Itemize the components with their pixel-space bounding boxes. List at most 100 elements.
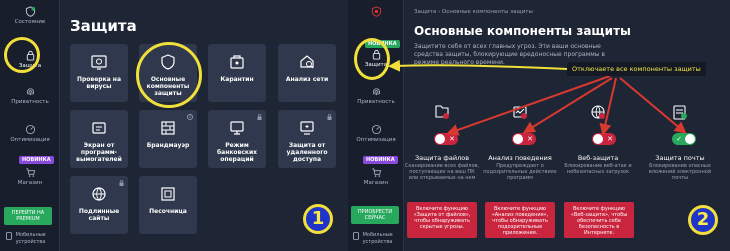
warning-web-shield[interactable]: Включите функцию «Веб-защита», чтобы обе… — [564, 202, 634, 238]
tile-label: Проверка на вирусы — [76, 76, 121, 90]
sidebar-item-privacy[interactable]: Приватность — [348, 86, 404, 106]
sidebar-item-store[interactable]: Магазин — [0, 167, 60, 187]
panel-protection-overview: Состояние Защита Приватность Оптимизация… — [0, 0, 357, 251]
lock-icon — [257, 114, 262, 120]
behavior-icon — [513, 106, 527, 119]
tile-label: Песочница — [149, 208, 187, 215]
component-description: Сканирование всех файлов, поступающих на… — [404, 163, 480, 181]
remote-access-icon — [300, 121, 314, 135]
tile-ransomware-shield[interactable]: Экран от программ-вымогателей — [70, 110, 128, 168]
sidebar-item-store[interactable]: Магазин — [348, 167, 404, 187]
sidebar-item-label: Приватность — [11, 99, 49, 105]
new-badge: НОВИНКА — [19, 156, 54, 164]
sidebar-item-label: Мобильные устройства — [362, 232, 393, 245]
sidebar-item-label: Магазин — [363, 180, 389, 186]
sidebar-item-optimization[interactable]: Оптимизация — [348, 124, 404, 144]
web-shield-icon — [591, 105, 605, 119]
component-web-shield — [560, 103, 636, 121]
step-number: 2 — [688, 205, 718, 235]
file-shield-toggle[interactable]: ✕ — [434, 133, 458, 145]
sidebar-item-label: Состояние — [14, 19, 46, 25]
gauge-icon — [371, 124, 381, 135]
tile-quarantine[interactable]: Карантин — [208, 44, 266, 102]
shield-check-icon — [25, 6, 35, 17]
phone-icon — [6, 232, 12, 240]
sidebar-item-label: Приватность — [357, 99, 395, 105]
sandbox-icon — [161, 187, 175, 201]
virus-scan-icon — [91, 55, 107, 70]
panel-core-shields: НОВИНКА Защита Приватность Оптимизация Н… — [348, 0, 730, 251]
sidebar-item-status[interactable]: Состояние — [0, 6, 60, 26]
ransomware-icon — [92, 122, 106, 134]
file-shield-icon — [435, 105, 449, 119]
sidebar-item-label: Магазин — [17, 180, 43, 186]
step-number: 1 — [303, 204, 333, 234]
fingerprint-icon — [372, 88, 380, 96]
tile-network-inspector[interactable]: Анализ сети — [278, 44, 336, 102]
component-description: Предупреждает о подозрительных действиях… — [483, 163, 557, 181]
sidebar-item-privacy[interactable]: Приватность — [0, 86, 60, 106]
highlight-ring-sidebar — [354, 38, 390, 80]
fingerprint-icon — [26, 88, 34, 96]
component-title: Защита почты — [655, 154, 705, 162]
firewall-icon — [161, 121, 175, 135]
tile-label: Анализ сети — [285, 76, 329, 83]
warning-file-shield[interactable]: Включите функцию «Защита от файлов», что… — [407, 202, 477, 238]
bank-icon — [230, 121, 244, 135]
toggle-knob — [435, 134, 445, 144]
shield-check-icon — [371, 6, 381, 17]
component-file-shield — [404, 103, 480, 121]
tile-label: Режим банковских операций — [216, 142, 258, 163]
sidebar-item-status[interactable] — [348, 6, 404, 19]
sidebar-item-mobile[interactable]: Мобильные устройства — [348, 232, 404, 246]
sidebar-item-mobile[interactable]: Мобильные устройства — [0, 232, 60, 246]
new-badge: НОВИНКА — [363, 156, 398, 164]
gauge-icon — [25, 124, 35, 135]
behavior-shield-toggle[interactable]: ✕ — [512, 133, 536, 145]
toggle-knob — [593, 134, 603, 144]
component-title: Веб-защита — [577, 154, 619, 162]
check-icon: ✓ — [676, 135, 682, 143]
buy-now-button[interactable]: ПРИОБРЕСТИ СЕЙЧАС — [351, 206, 399, 224]
lock-icon — [119, 180, 124, 186]
go-premium-button[interactable]: ПЕРЕЙТИ НА PREMIUM — [4, 207, 52, 225]
cart-icon — [371, 168, 381, 177]
mail-shield-toggle[interactable]: ✓ — [672, 133, 696, 145]
breadcrumb[interactable]: Защита › Основные компоненты защиты — [414, 9, 533, 15]
component-behavior-shield — [482, 103, 558, 121]
sidebar-item-label: Оптимизация — [10, 137, 50, 143]
tile-virus-scan[interactable]: Проверка на вирусы — [70, 44, 128, 102]
close-icon: ✕ — [607, 135, 613, 143]
tile-label: Подлинные сайты — [78, 208, 120, 222]
sidebar-item-label: Мобильные устройства — [15, 232, 46, 245]
lock-icon — [327, 114, 332, 120]
highlight-ring-sidebar — [4, 37, 40, 73]
network-icon — [300, 55, 314, 69]
real-site-icon — [92, 187, 106, 201]
tile-label: Брандмауэр — [146, 142, 190, 149]
quarantine-icon — [230, 55, 244, 69]
sidebar-item-label: Оптимизация — [356, 137, 396, 143]
tile-firewall[interactable]: i Брандмауэр — [139, 110, 197, 168]
sidebar-item-optimization[interactable]: Оптимизация — [0, 124, 60, 144]
warning-behavior-shield[interactable]: Включите функцию «Анализ поведения», что… — [485, 202, 555, 238]
sidebar: Состояние Защита Приватность Оптимизация… — [0, 0, 60, 251]
component-title: Анализ поведения — [488, 154, 552, 162]
component-title: Защита файлов — [414, 154, 470, 162]
tile-remote-access-shield[interactable]: Защита от удаленного доступа — [278, 110, 336, 168]
tile-real-site[interactable]: Подлинные сайты — [70, 176, 128, 234]
tile-label: Карантин — [220, 76, 254, 83]
tile-label: Защита от удаленного доступа — [286, 142, 328, 163]
component-description: Блокирование веб-атак и небезопасных заг… — [564, 163, 632, 175]
highlight-ring-tile — [136, 42, 202, 108]
component-description: Блокирование опасных вложений электронно… — [648, 163, 712, 181]
info-icon[interactable]: i — [187, 114, 193, 120]
page-title: Защита — [70, 17, 137, 35]
callout-disable-all: Отключаете все компоненты защиты — [567, 62, 706, 76]
cart-icon — [25, 168, 35, 177]
tile-sandbox[interactable]: Песочница — [139, 176, 197, 234]
toggle-knob — [685, 134, 695, 144]
web-shield-toggle[interactable]: ✕ — [592, 133, 616, 145]
component-mail-shield — [642, 103, 718, 121]
tile-banking-mode[interactable]: Режим банковских операций — [208, 110, 266, 168]
